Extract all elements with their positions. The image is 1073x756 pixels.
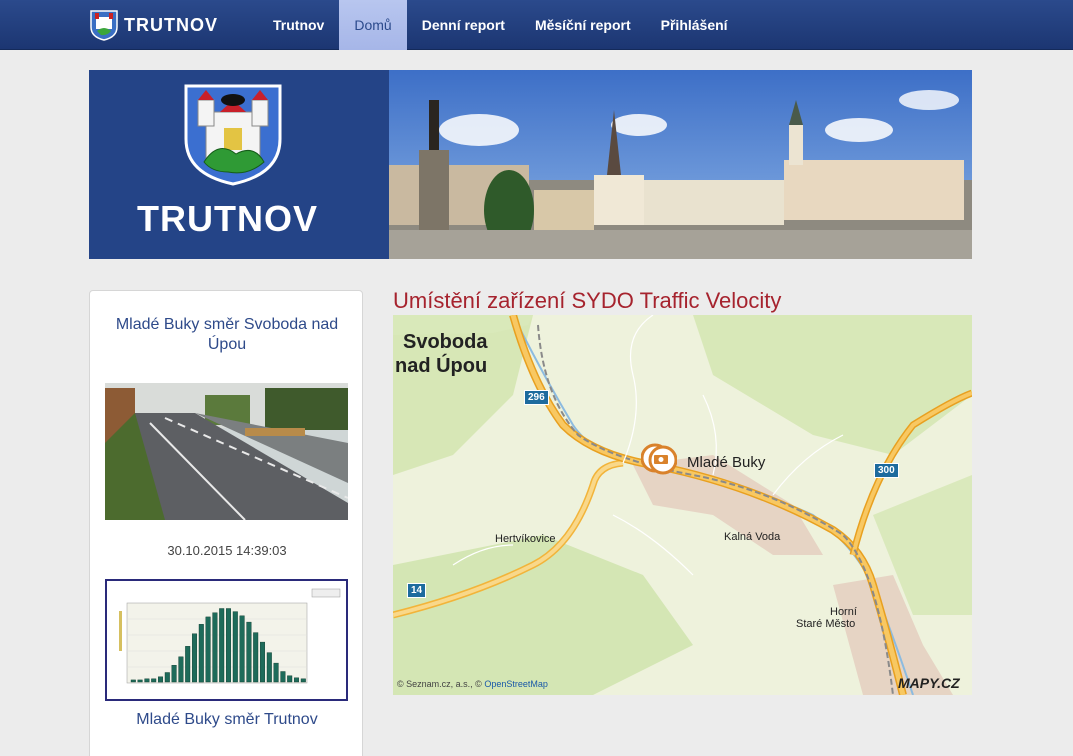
chart-thumbnail-bar	[158, 676, 164, 683]
town-square-photo	[389, 70, 972, 259]
chart-thumbnail-bar	[293, 677, 299, 683]
mapy-cz-logo[interactable]: MAPY.CZ	[898, 675, 960, 691]
map-label-hertvikovice: Hertvíkovice	[495, 533, 556, 545]
chart-thumbnail-bar	[239, 615, 245, 683]
camera-timestamp: 30.10.2015 14:39:03	[167, 543, 287, 558]
nav-item-home[interactable]: Domů	[339, 0, 407, 50]
brand-text: TRUTNOV	[124, 14, 218, 35]
city-crest-icon	[184, 84, 282, 186]
camera-title-trutnov[interactable]: Mladé Buky směr Trutnov	[100, 710, 354, 730]
chart-thumbnail-bar	[266, 652, 272, 683]
coat-of-arms-icon	[90, 10, 118, 41]
chart-thumbnail-bar	[246, 621, 252, 683]
nav-item-trutnov[interactable]: Trutnov	[258, 0, 339, 50]
nav-item-monthly-report[interactable]: Měsíční report	[520, 0, 646, 50]
chart-thumbnail-bar	[164, 672, 170, 683]
banner-title: TRUTNOV	[137, 198, 318, 239]
chart-thumbnail-bar	[273, 662, 279, 683]
chart-thumbnail-bar	[171, 664, 177, 683]
chart-thumbnail-bar	[130, 679, 136, 683]
chart-thumbnail-bar	[287, 675, 293, 683]
chart-thumbnail-bar	[144, 678, 150, 683]
nav-item-daily-report[interactable]: Denní report	[407, 0, 520, 50]
chart-thumbnail-bar	[191, 633, 197, 683]
chart-thumbnail-bar	[253, 632, 259, 683]
map-label-svoboda: Svoboda	[403, 331, 488, 353]
chart-thumbnail-graphic	[107, 581, 346, 699]
chart-thumbnail-bar	[198, 624, 204, 683]
main-nav: Trutnov Domů Denní report Měsíční report…	[258, 0, 743, 50]
camera-sidebar: Mladé Buky směr Svoboda nad Úpou 30.10.2…	[89, 290, 363, 756]
camera-location-marker-icon[interactable]	[641, 442, 677, 478]
attribution-text: © Seznam.cz, a.s., ©	[397, 679, 482, 689]
chart-thumbnail-bar	[151, 678, 157, 683]
top-navbar: TRUTNOV Trutnov Domů Denní report Měsíčn…	[0, 0, 1073, 50]
chart-thumbnail-bar	[300, 678, 306, 683]
chart-thumbnail-bar	[205, 616, 211, 683]
chart-thumbnail-bar	[185, 646, 191, 683]
map-label-horni: Horní	[830, 606, 857, 618]
header-banner: TRUTNOV	[89, 70, 972, 259]
chart-thumbnail-bar	[212, 612, 218, 683]
map-label-mlade-buky: Mladé Buky	[687, 454, 766, 471]
location-map[interactable]: Svoboda nad Úpou Mladé Buky Hertvíkovice…	[393, 315, 972, 695]
map-label-nad-upou: nad Úpou	[395, 355, 488, 377]
nav-item-login[interactable]: Přihlášení	[646, 0, 743, 50]
brand-link[interactable]: TRUTNOV	[89, 9, 218, 41]
road-shield-14: 14	[407, 583, 427, 598]
map-label-kalna-voda: Kalná Voda	[724, 531, 781, 543]
chart-thumbnail-bar	[232, 611, 238, 683]
map-heading: Umístění zařízení SYDO Traffic Velocity	[393, 288, 782, 313]
chart-thumbnail-bar	[280, 671, 286, 683]
road-shield-296: 296	[524, 390, 549, 405]
camera-snapshot[interactable]	[105, 383, 348, 520]
map-attribution: © Seznam.cz, a.s., © OpenStreetMap	[397, 679, 548, 689]
chart-thumbnail-bar	[137, 679, 143, 683]
traffic-chart-thumbnail[interactable]	[105, 579, 348, 701]
chart-thumbnail-bar	[225, 608, 231, 683]
chart-thumbnail-bar	[219, 608, 225, 683]
map-label-stare-mesto: Staré Město	[796, 618, 856, 630]
road-shield-300: 300	[874, 463, 899, 478]
osm-link[interactable]: OpenStreetMap	[484, 679, 548, 689]
chart-thumbnail-bar	[259, 641, 265, 683]
camera-title-svoboda[interactable]: Mladé Buky směr Svoboda nad Úpou	[100, 315, 354, 355]
chart-thumbnail-bar	[178, 656, 184, 683]
